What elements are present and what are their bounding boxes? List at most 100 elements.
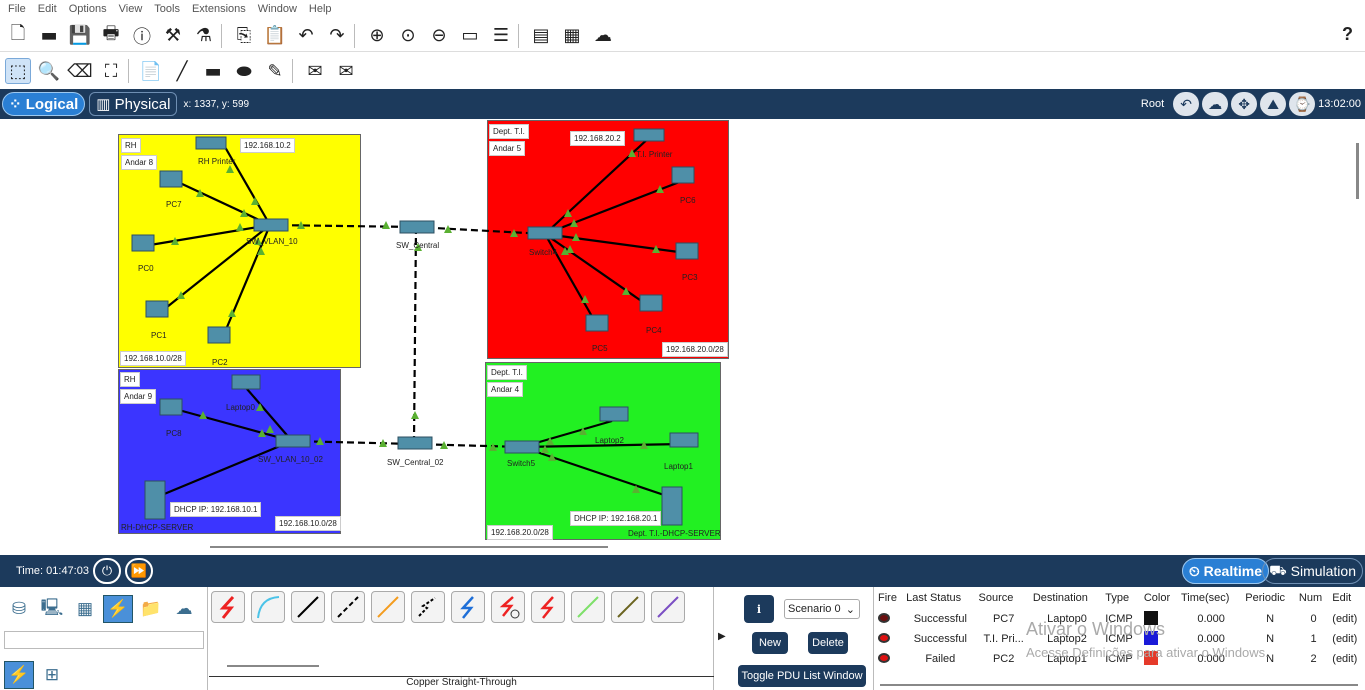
pdu-edit-link[interactable]: (edit) — [1328, 649, 1364, 669]
pdu-scrollbar[interactable] — [880, 684, 1358, 686]
freeform-icon[interactable]: ✎ — [262, 58, 288, 84]
grid-icon[interactable]: ⊞ — [37, 661, 67, 689]
tools-icon[interactable]: ▦ — [559, 23, 585, 49]
logical-tab[interactable]: ⁘ Logical — [2, 92, 86, 116]
sw-vlan-10-label[interactable]: SW_VLAN_10 — [246, 237, 298, 246]
usb-cable-icon[interactable] — [651, 591, 685, 623]
serial-dte-icon[interactable] — [531, 591, 565, 623]
add-complex-pdu-icon[interactable]: ✉ — [333, 58, 359, 84]
octal-cable-icon[interactable] — [571, 591, 605, 623]
save-icon[interactable]: 💾 — [67, 23, 93, 49]
device-search-input[interactable] — [4, 631, 204, 649]
automatic-cable-icon[interactable] — [211, 591, 245, 623]
menu-window[interactable]: Window — [258, 3, 297, 15]
back-icon[interactable]: ↶ — [1173, 92, 1200, 116]
image-icon[interactable]: ☁ — [590, 23, 616, 49]
pc5-label[interactable]: PC5 — [592, 344, 608, 353]
copper-cross-icon[interactable] — [331, 591, 365, 623]
undo-icon[interactable]: ↶ — [293, 23, 319, 49]
network-devices-icon[interactable]: ⛁ — [4, 595, 34, 623]
note-icon[interactable]: 📄 — [138, 58, 164, 84]
redo-icon[interactable]: ↷ — [324, 23, 350, 49]
pc2-label[interactable]: PC2 — [212, 358, 228, 367]
wizard-icon[interactable]: ⚒ — [160, 23, 186, 49]
palette-icon[interactable]: ▭ — [457, 23, 483, 49]
menu-options[interactable]: Options — [69, 3, 107, 15]
print-icon[interactable]: 🖶 — [98, 23, 124, 49]
menu-file[interactable]: File — [8, 3, 26, 15]
paste-icon[interactable]: 📋 — [262, 23, 288, 49]
pdu-edit-link[interactable]: (edit) — [1328, 609, 1364, 629]
menu-view[interactable]: View — [119, 3, 143, 15]
power-cycle-icon[interactable]: ⏻ — [92, 558, 121, 584]
pc8-label[interactable]: PC8 — [166, 429, 182, 438]
fire-icon[interactable] — [878, 652, 890, 663]
move-icon[interactable]: ✥ — [1231, 92, 1258, 116]
realtime-mode-button[interactable]: ⏲ Realtime — [1181, 558, 1269, 584]
pc7-label[interactable]: PC7 — [166, 200, 182, 209]
pc1-label[interactable]: PC1 — [151, 331, 167, 340]
switch5-label[interactable]: Switch5 — [507, 459, 535, 468]
physical-tab[interactable]: ▥ Physical — [89, 92, 178, 116]
sw-central-02-label[interactable]: SW_Central_02 — [387, 458, 443, 467]
coaxial-cable-icon[interactable] — [451, 591, 485, 623]
laptop2-label[interactable]: Laptop2 — [595, 436, 624, 445]
new-scenario-button[interactable]: New — [752, 632, 788, 654]
help-icon[interactable]: ? — [1342, 24, 1353, 45]
phone-cable-icon[interactable] — [411, 591, 445, 623]
multiuser-icon[interactable]: ☁ — [169, 595, 199, 623]
delete-icon[interactable]: ⌫ — [67, 58, 93, 84]
pc6-label[interactable]: PC6 — [680, 196, 696, 205]
fiber-cable-icon[interactable] — [371, 591, 405, 623]
copy-icon[interactable]: ⎘ — [231, 23, 257, 49]
misc-icon[interactable]: 📁 — [136, 595, 166, 623]
activity-icon[interactable]: ⚗ — [191, 23, 217, 49]
menu-edit[interactable]: Edit — [38, 3, 57, 15]
connections-icon[interactable]: ⚡ — [103, 595, 133, 623]
sw-vlan-10-02-label[interactable]: SW_VLAN_10_02 — [258, 455, 323, 464]
rh-printer-label[interactable]: RH Printer — [198, 157, 235, 166]
select-icon[interactable]: ⬚ — [5, 58, 31, 84]
zoom-out-icon[interactable]: ⊖ — [426, 23, 452, 49]
toggle-pdu-list-button[interactable]: Toggle PDU List Window — [738, 665, 866, 687]
switch4-label[interactable]: Switch4 — [529, 248, 557, 257]
simulation-mode-button[interactable]: ⛟ Simulation — [1262, 558, 1363, 584]
serial-dce-icon[interactable] — [491, 591, 525, 623]
ti-dhcp-label[interactable]: Dept. T.I.-DHCP-SERVER — [628, 529, 721, 538]
pc4-label[interactable]: PC4 — [646, 326, 662, 335]
draw-ellipse-icon[interactable]: ⬬ — [231, 58, 257, 84]
console-cable-icon[interactable] — [251, 591, 285, 623]
info-icon[interactable]: ⓘ — [129, 23, 155, 49]
background-image-icon[interactable]: ⛰ — [1260, 92, 1287, 116]
connections-sub-icon[interactable]: ⚡ — [4, 661, 34, 689]
menu-tools[interactable]: Tools — [154, 3, 180, 15]
viewport-clock-icon[interactable]: ⌚ — [1289, 92, 1316, 116]
scenario-select[interactable]: Scenario 0 ⌄ — [784, 599, 860, 619]
fire-icon[interactable] — [878, 632, 890, 643]
cable-scrollbar[interactable] — [227, 665, 319, 667]
menu-extensions[interactable]: Extensions — [192, 3, 246, 15]
ti-printer-label[interactable]: T.I. Printer — [636, 150, 672, 159]
iot-cable-icon[interactable] — [611, 591, 645, 623]
inspect-icon[interactable]: 🔍 — [36, 58, 62, 84]
copper-straight-icon[interactable] — [291, 591, 325, 623]
fire-icon[interactable] — [878, 612, 890, 623]
draw-rectangle-icon[interactable]: ▬ — [200, 58, 226, 84]
cloud-icon[interactable]: ☁ — [1202, 92, 1229, 116]
pc0-label[interactable]: PC0 — [138, 264, 154, 273]
open-icon[interactable]: ▬ — [36, 23, 62, 49]
delete-scenario-button[interactable]: Delete — [808, 632, 848, 654]
add-simple-pdu-icon[interactable]: ✉ — [302, 58, 328, 84]
rh-dhcp-label[interactable]: RH-DHCP-SERVER — [121, 523, 193, 532]
laptop1-label[interactable]: Laptop1 — [664, 462, 693, 471]
resize-icon[interactable]: ⛶ — [98, 58, 124, 84]
pdu-edit-link[interactable]: (edit) — [1328, 629, 1364, 649]
logical-workspace[interactable]: RH Andar 8 192.168.10.0/28 Dept. T.I. An… — [0, 119, 1365, 554]
menu-help[interactable]: Help — [309, 3, 332, 15]
sw-central-label[interactable]: SW_Central — [396, 241, 439, 250]
laptop0-label[interactable]: Laptop0 — [226, 403, 255, 412]
components-icon[interactable]: ▦ — [70, 595, 100, 623]
zoom-in-icon[interactable]: ⊕ — [364, 23, 390, 49]
collapse-arrow-icon[interactable]: ▶ — [718, 631, 726, 642]
pc3-label[interactable]: PC3 — [682, 273, 698, 282]
